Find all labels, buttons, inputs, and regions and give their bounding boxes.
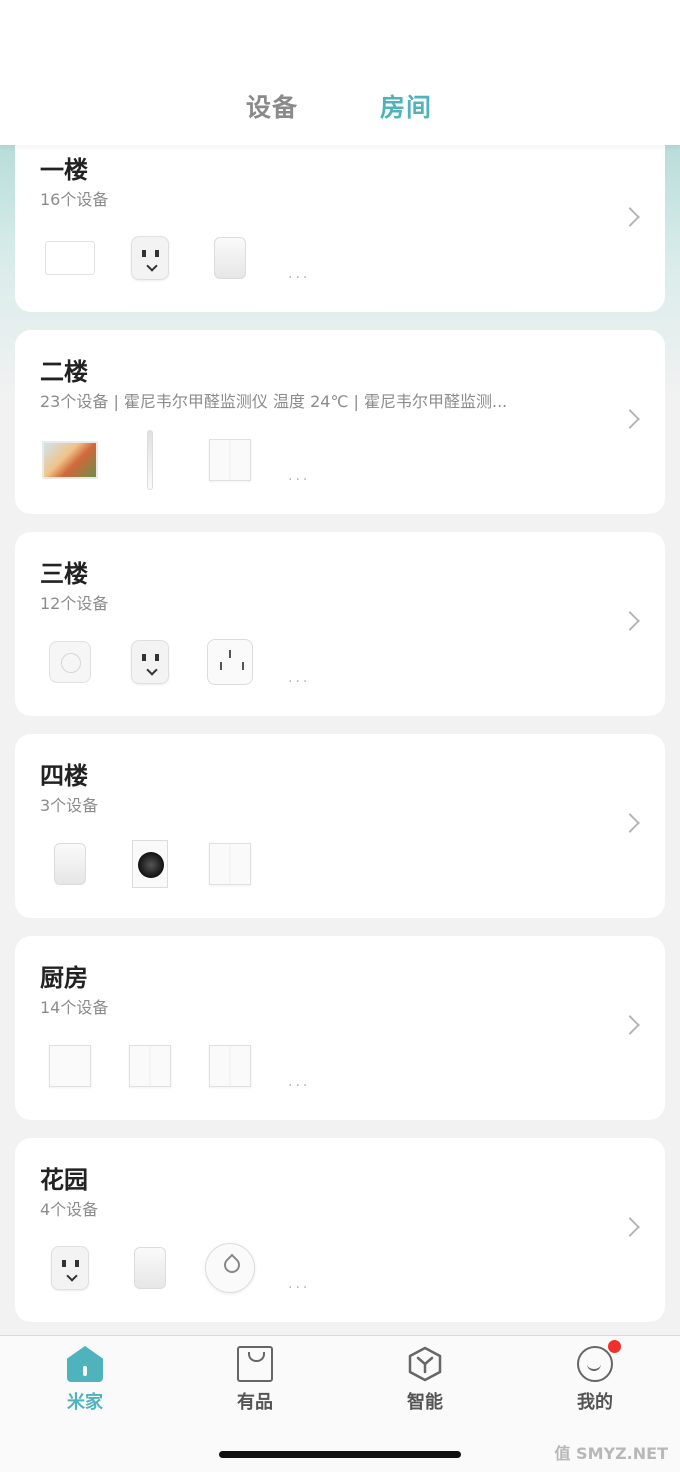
chevron-right-icon	[620, 1217, 640, 1237]
smart-plug-icon	[120, 228, 180, 288]
tab-rooms[interactable]: 房间	[380, 88, 432, 124]
smart-plug-icon	[40, 1238, 100, 1298]
home-indicator[interactable]	[219, 1451, 461, 1458]
water-leak-sensor-icon	[200, 1238, 260, 1298]
room-summary: 16个设备	[40, 190, 109, 209]
tab-label: 米家	[67, 1392, 103, 1413]
room-name: 二楼	[40, 358, 88, 386]
motion-sensor-icon	[200, 228, 260, 288]
room-name: 三楼	[40, 560, 88, 588]
double-switch-icon	[200, 1036, 260, 1096]
home-icon	[67, 1346, 103, 1382]
tab-label: 有品	[237, 1392, 273, 1413]
wall-socket-icon	[200, 632, 260, 692]
shop-bag-icon	[237, 1346, 273, 1382]
chevron-right-icon	[620, 409, 640, 429]
smart-hexagon-icon	[407, 1346, 443, 1382]
panel-device-icon	[40, 228, 100, 288]
profile-smile-icon	[577, 1340, 621, 1382]
room-summary: 14个设备	[40, 998, 109, 1017]
chevron-right-icon	[620, 813, 640, 833]
tab-devices[interactable]: 设备	[246, 88, 298, 124]
chevron-right-icon	[620, 1015, 640, 1035]
single-switch-icon	[40, 1036, 100, 1096]
room-summary: 3个设备	[40, 796, 99, 815]
room-summary: 12个设备	[40, 594, 109, 613]
room-name: 花园	[40, 1166, 88, 1194]
room-card[interactable]: 四楼 3个设备	[15, 734, 665, 918]
more-devices-ellipsis: ...	[288, 1074, 311, 1090]
notification-badge	[608, 1340, 621, 1353]
room-card[interactable]: 厨房 14个设备 ...	[15, 936, 665, 1120]
more-devices-ellipsis: ...	[288, 1276, 311, 1292]
room-name: 一楼	[40, 156, 88, 184]
tab-profile[interactable]: 我的	[535, 1340, 655, 1426]
top-tab-bar: 设备 房间	[0, 0, 680, 145]
room-summary: 23个设备 | 霍尼韦尔甲醛监测仪 温度 24℃ | 霍尼韦尔甲醛监测...	[40, 392, 508, 411]
double-switch-icon	[200, 834, 260, 894]
room-card[interactable]: 二楼 23个设备 | 霍尼韦尔甲醛监测仪 温度 24℃ | 霍尼韦尔甲醛监测..…	[15, 330, 665, 514]
watermark: 值 SMYZ.NET	[554, 1444, 668, 1463]
toothbrush-icon	[120, 430, 180, 490]
chevron-right-icon	[620, 611, 640, 631]
room-name: 厨房	[40, 964, 88, 992]
wireless-button-icon	[40, 632, 100, 692]
more-devices-ellipsis: ...	[288, 468, 311, 484]
more-devices-ellipsis: ...	[288, 670, 311, 686]
chevron-right-icon	[620, 207, 640, 227]
double-switch-icon	[200, 430, 260, 490]
tab-label: 我的	[577, 1392, 613, 1413]
washing-machine-icon	[120, 834, 180, 894]
double-switch-icon	[120, 1036, 180, 1096]
bottom-tab-bar: 米家 有品 智能 我的 值 SMYZ.NET	[0, 1335, 680, 1472]
room-summary: 4个设备	[40, 1200, 99, 1219]
room-name: 四楼	[40, 762, 88, 790]
room-card[interactable]: 花园 4个设备 ...	[15, 1138, 665, 1322]
tab-smart[interactable]: 智能	[365, 1346, 485, 1426]
tab-label: 智能	[407, 1392, 443, 1413]
motion-sensor-icon	[120, 1238, 180, 1298]
smart-plug-icon	[120, 632, 180, 692]
more-devices-ellipsis: ...	[288, 266, 311, 282]
room-card[interactable]: 一楼 16个设备 ...	[15, 128, 665, 312]
tab-mijia-home[interactable]: 米家	[25, 1346, 145, 1426]
motion-sensor-icon	[40, 834, 100, 894]
tab-youpin-shop[interactable]: 有品	[195, 1346, 315, 1426]
room-card[interactable]: 三楼 12个设备 ...	[15, 532, 665, 716]
aquarium-icon	[40, 430, 100, 490]
